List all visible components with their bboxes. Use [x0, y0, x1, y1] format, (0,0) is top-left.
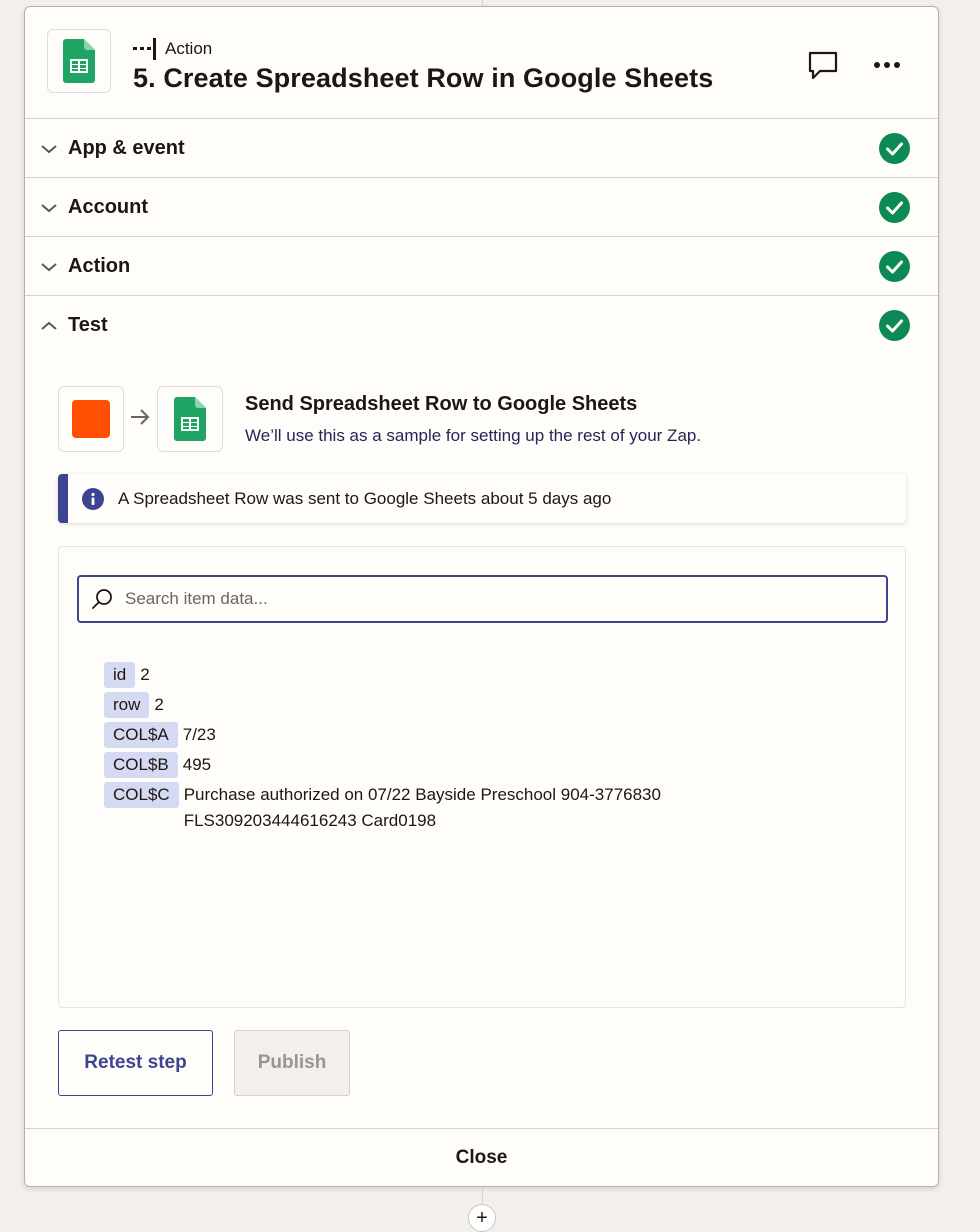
data-item-key[interactable]: id — [104, 662, 136, 688]
data-item-key[interactable]: row — [104, 692, 150, 718]
data-item-key[interactable]: COL$B — [104, 752, 178, 778]
more-options-icon — [874, 62, 900, 68]
chevron-down-icon — [41, 263, 57, 272]
data-item-value: 2 — [154, 695, 164, 714]
plus-icon: + — [476, 1206, 488, 1229]
success-check-icon — [879, 309, 910, 341]
data-item-row: id 2 — [104, 662, 844, 688]
section-label: Account — [68, 195, 148, 218]
app-icon-tile — [47, 29, 111, 93]
data-item-row: COL$B 495 — [104, 752, 844, 778]
publish-button[interactable]: Publish — [234, 1030, 350, 1096]
comment-icon — [808, 51, 838, 80]
arrow-right-icon — [131, 409, 150, 425]
data-item-value: 495 — [182, 755, 212, 774]
step-kind-label: Action — [165, 39, 213, 58]
chevron-up-icon — [41, 321, 57, 330]
test-flow-subtitle: We’ll use this as a sample for setting u… — [245, 426, 702, 445]
success-check-icon — [879, 250, 910, 282]
search-input[interactable] — [123, 588, 867, 610]
info-message: A Spreadsheet Row was sent to Google She… — [118, 488, 612, 508]
data-item-value: 2 — [140, 665, 150, 684]
more-options-button[interactable] — [869, 47, 905, 83]
retest-step-button[interactable]: Retest step — [58, 1030, 213, 1096]
chevron-down-icon — [41, 145, 57, 154]
step-title: 5. Create Spreadsheet Row in Google Shee… — [133, 63, 714, 93]
section-account[interactable]: Account — [25, 178, 938, 237]
success-check-icon — [879, 191, 910, 223]
add-step-button[interactable]: + — [468, 1204, 496, 1232]
test-section-body: Send Spreadsheet Row to Google Sheets We… — [25, 354, 938, 1186]
info-banner: A Spreadsheet Row was sent to Google She… — [58, 474, 906, 523]
item-data-panel: id2row2COL$A7/23COL$B495COL$CPurchase au… — [58, 546, 906, 1008]
close-button[interactable]: Close — [25, 1128, 938, 1186]
section-label: Action — [68, 254, 131, 277]
section-action[interactable]: Action — [25, 237, 938, 296]
trigger-app-tile — [58, 386, 124, 452]
data-item-key[interactable]: COL$A — [104, 722, 178, 748]
info-icon — [82, 487, 104, 510]
trigger-app-icon — [72, 400, 110, 438]
google-sheets-icon — [63, 39, 95, 83]
search-icon — [92, 589, 112, 609]
comment-button[interactable] — [805, 47, 841, 83]
data-item-row: COL$C Purchase authorized on 07/22 Baysid… — [104, 782, 844, 834]
section-label: Test — [68, 313, 108, 336]
success-check-icon — [879, 132, 910, 164]
data-item-value: 7/23 — [182, 725, 216, 744]
chevron-down-icon — [41, 204, 57, 213]
section-test[interactable]: Test — [25, 296, 938, 354]
section-app-event[interactable]: App & event — [25, 119, 938, 178]
action-app-tile — [157, 386, 223, 452]
data-item-value: Purchase authorized on 07/22 Bayside Pre… — [183, 785, 661, 830]
step-kind: Action — [133, 38, 212, 60]
data-item-key[interactable]: COL$C — [104, 782, 179, 808]
step-editor-panel: Action 5. Create Spreadsheet Row in Goog… — [24, 6, 939, 1187]
data-item-row: COL$A 7/23 — [104, 722, 844, 748]
google-sheets-icon — [174, 397, 206, 441]
test-flow-title: Send Spreadsheet Row to Google Sheets — [245, 393, 638, 415]
data-item-row: row 2 — [104, 692, 844, 718]
action-step-icon — [133, 38, 156, 60]
search-box[interactable] — [77, 575, 888, 623]
section-label: App & event — [68, 136, 185, 159]
item-data-list: id 2 row 2 COL$A 7/23 COL$B 495 COL$C Purchase au… — [104, 662, 844, 838]
step-header: Action 5. Create Spreadsheet Row in Goog… — [25, 7, 938, 119]
